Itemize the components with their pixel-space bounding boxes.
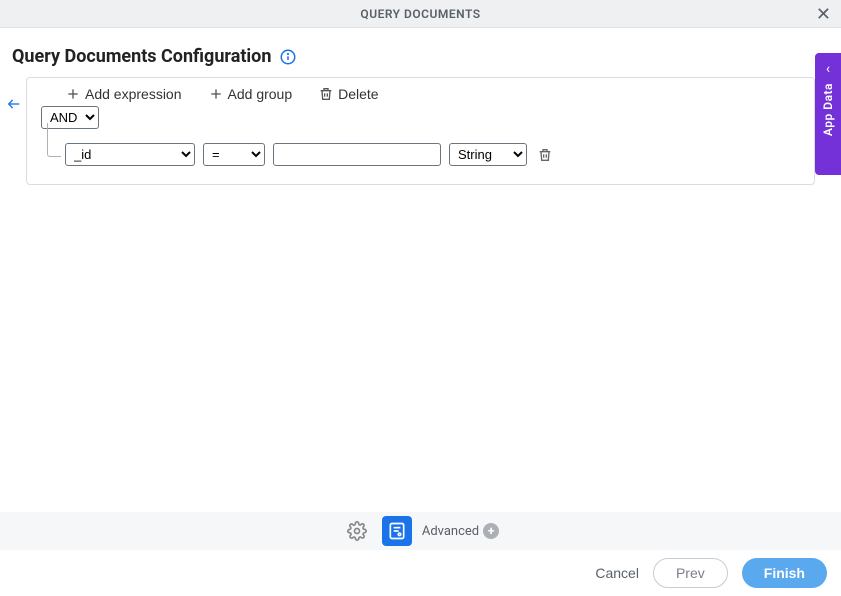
document-query-icon bbox=[387, 521, 407, 541]
plus-icon bbox=[65, 86, 81, 102]
cancel-button[interactable]: Cancel bbox=[595, 565, 639, 581]
trash-icon bbox=[537, 147, 553, 163]
settings-button[interactable] bbox=[342, 516, 372, 546]
header-bar: QUERY DOCUMENTS ✕ bbox=[0, 0, 841, 28]
query-builder-box: Add expression Add group Delete AND _id … bbox=[26, 77, 815, 185]
app-data-tab[interactable]: ‹ App Data bbox=[815, 53, 841, 175]
field-select[interactable]: _id bbox=[65, 143, 195, 166]
page-title-row: Query Documents Configuration bbox=[0, 28, 841, 77]
trash-icon bbox=[318, 86, 334, 102]
value-input[interactable] bbox=[273, 143, 441, 166]
expression-row: _id = String bbox=[65, 143, 800, 166]
type-select[interactable]: String bbox=[449, 143, 527, 166]
tree-connector-line bbox=[47, 123, 61, 157]
delete-label: Delete bbox=[338, 86, 378, 102]
close-button[interactable]: ✕ bbox=[816, 4, 831, 25]
query-toolbar: Add expression Add group Delete bbox=[41, 86, 800, 102]
advanced-toggle[interactable]: Advanced + bbox=[422, 523, 499, 539]
view-mode-button[interactable] bbox=[382, 516, 412, 546]
add-expression-label: Add expression bbox=[85, 86, 182, 102]
page-title: Query Documents Configuration bbox=[12, 46, 271, 67]
info-icon[interactable] bbox=[279, 48, 297, 66]
plus-circle-icon: + bbox=[483, 523, 499, 539]
add-group-button[interactable]: Add group bbox=[208, 86, 293, 102]
close-icon: ✕ bbox=[816, 4, 831, 24]
finish-button[interactable]: Finish bbox=[742, 558, 827, 588]
add-expression-button[interactable]: Add expression bbox=[65, 86, 182, 102]
back-arrow-button[interactable] bbox=[4, 96, 24, 116]
add-group-label: Add group bbox=[228, 86, 293, 102]
plus-icon bbox=[208, 86, 224, 102]
app-data-tab-label: App Data bbox=[821, 83, 835, 136]
header-title: QUERY DOCUMENTS bbox=[360, 7, 480, 21]
delete-button[interactable]: Delete bbox=[318, 86, 378, 102]
chevron-left-icon: ‹ bbox=[826, 61, 830, 77]
bottom-toolbar: Advanced + bbox=[0, 512, 841, 550]
advanced-label-text: Advanced bbox=[422, 524, 479, 539]
gear-icon bbox=[347, 521, 367, 541]
operator-select[interactable]: = bbox=[203, 143, 265, 166]
prev-button[interactable]: Prev bbox=[653, 558, 728, 588]
footer-row: Cancel Prev Finish bbox=[0, 550, 841, 596]
row-delete-button[interactable] bbox=[535, 145, 555, 165]
